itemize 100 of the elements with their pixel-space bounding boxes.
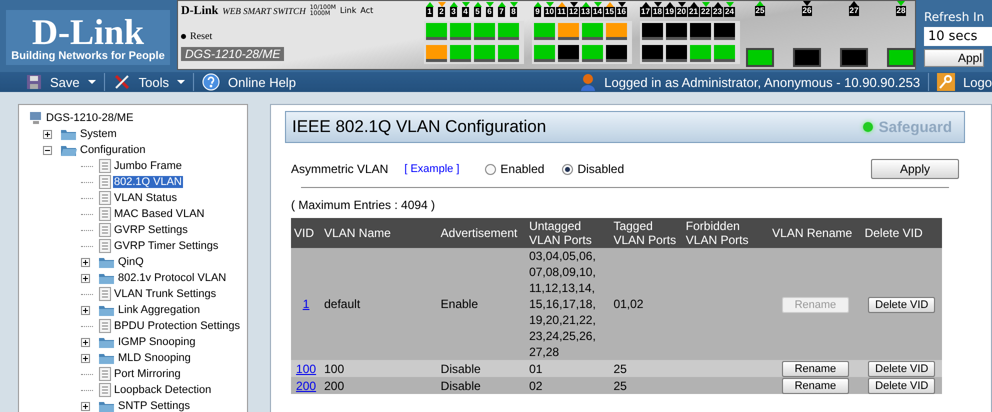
tree-item[interactable]: System (79, 128, 118, 140)
tagline: Building Networks for People (11, 50, 165, 62)
tree-item[interactable]: VLAN Status (113, 192, 178, 204)
column-header: VID (291, 218, 322, 248)
tools-icon[interactable] (112, 73, 131, 91)
port-number: 3 (450, 7, 457, 17)
tree-item[interactable]: Loopback Detection (113, 384, 212, 396)
port-number: 14 (592, 7, 603, 17)
delete-vid-button[interactable]: Delete VID (868, 361, 936, 377)
expander-icon[interactable] (43, 146, 52, 154)
table-cell: 25 (610, 360, 683, 377)
tree-item[interactable]: IGMP Snooping (117, 336, 196, 348)
column-header: Tagged VLAN Ports (610, 218, 683, 248)
switch-subtitle: WEB SMART SWITCH (222, 6, 306, 16)
caret-icon[interactable] (177, 80, 185, 84)
vid-link[interactable]: 1 (302, 297, 310, 311)
tree-item[interactable]: 802.1Q VLAN (113, 176, 183, 188)
column-header: Advertisement (438, 218, 526, 248)
delete-vid-button[interactable]: Delete VID (868, 378, 936, 394)
port-number: 4 (462, 7, 469, 17)
apply-button[interactable]: Apply (871, 159, 959, 179)
logout-link[interactable]: Logo (963, 74, 992, 90)
tree-item[interactable]: BPDU Protection Settings (113, 320, 241, 332)
tree-item[interactable]: MLD Snooping (117, 352, 192, 364)
reset-dot-icon (181, 34, 186, 39)
expander-icon[interactable] (81, 402, 90, 410)
port-number: 13 (580, 7, 591, 17)
radio-button[interactable] (562, 164, 574, 174)
tree-item[interactable]: Port Mirroring (113, 368, 182, 380)
delete-vid-button[interactable]: Delete VID (868, 296, 936, 312)
table-cell: Enable (438, 248, 526, 360)
tree-item[interactable]: GVRP Settings (113, 224, 189, 236)
port-number: 28 (896, 6, 906, 16)
key-icon[interactable] (937, 73, 956, 91)
radio-button[interactable] (485, 164, 496, 174)
port-number: 6 (486, 7, 493, 17)
folder-icon (60, 127, 77, 141)
expander-icon[interactable] (81, 258, 90, 266)
user-icon (580, 73, 596, 91)
rename-button[interactable]: Rename (782, 361, 849, 377)
table-cell: Disable (438, 377, 526, 394)
refresh-select[interactable]: 10 secs (924, 27, 992, 46)
page-icon (99, 207, 111, 221)
refresh-apply-button[interactable]: Appl (924, 49, 984, 67)
table-cell: default (321, 248, 438, 360)
safeguard-label: Safeguard (878, 118, 952, 136)
tree-item[interactable]: MAC Based VLAN (113, 208, 206, 220)
expander-icon[interactable] (81, 338, 90, 346)
port-number: 1 (426, 7, 433, 17)
tree-item[interactable]: 802.1v Protocol VLAN (117, 272, 228, 284)
example-link[interactable]: [ Example ] (404, 163, 460, 175)
folder-icon (98, 255, 115, 269)
page-icon (99, 367, 111, 381)
online-help-link[interactable]: Online Help (228, 74, 296, 90)
tree-item[interactable]: Link Aggregation (117, 304, 201, 316)
port-number: 7 (498, 7, 505, 17)
port-number: 8 (510, 7, 517, 17)
port-number: 25 (754, 6, 766, 16)
legend-label: Act (360, 6, 374, 15)
folder-icon (98, 399, 115, 412)
tree-item[interactable]: Configuration (79, 144, 146, 156)
tree-item[interactable]: QinQ (117, 256, 145, 268)
caret-icon[interactable] (88, 80, 96, 84)
table-cell: 02 (526, 377, 610, 394)
rename-button[interactable]: Rename (782, 378, 849, 394)
table-cell: Disable (438, 360, 526, 377)
tools-menu[interactable]: Tools (138, 74, 169, 90)
page-icon (99, 191, 111, 205)
model-label: DGS-1210-28/ME (181, 47, 284, 61)
expander-icon[interactable] (81, 306, 90, 314)
tree-item[interactable]: SNTP Settings (117, 400, 191, 412)
folder-icon (98, 303, 115, 317)
column-header: Delete VID (862, 218, 942, 248)
port-number: 11 (556, 7, 567, 17)
expander-icon[interactable] (43, 130, 52, 138)
port-number: 10 (544, 7, 555, 17)
port-number: 15 (604, 7, 615, 17)
tree-item[interactable]: Jumbo Frame (113, 160, 183, 172)
save-menu[interactable]: Save (50, 74, 80, 90)
tree-item[interactable]: DGS-1210-28/ME (45, 112, 134, 124)
table-cell: 01 (526, 360, 610, 377)
page-icon (99, 239, 111, 253)
page-icon (99, 383, 111, 397)
page-icon (99, 175, 111, 189)
folder-icon (98, 271, 115, 285)
page-icon (99, 223, 111, 237)
port-number: 9 (534, 7, 541, 17)
max-entries-text: ( Maximum Entries : 4094 ) (291, 198, 436, 212)
tree-item[interactable]: GVRP Timer Settings (113, 240, 220, 252)
table-cell: 03,04,05,06, 07,08,09,10, 11,12,13,14, 15,16,17,18, 19,20,21,22, 23,24,25,26, 27,28 (526, 248, 610, 360)
expander-icon[interactable] (81, 274, 90, 282)
computer-icon (29, 111, 43, 125)
save-icon[interactable] (26, 74, 42, 90)
help-icon[interactable] (202, 73, 220, 91)
folder-icon (98, 351, 115, 365)
logo: D-Link (32, 14, 144, 50)
column-header: Untagged VLAN Ports (526, 218, 610, 248)
expander-icon[interactable] (81, 354, 90, 362)
tree-item[interactable]: VLAN Trunk Settings (113, 288, 218, 300)
refresh-label: Refresh In (924, 10, 986, 24)
